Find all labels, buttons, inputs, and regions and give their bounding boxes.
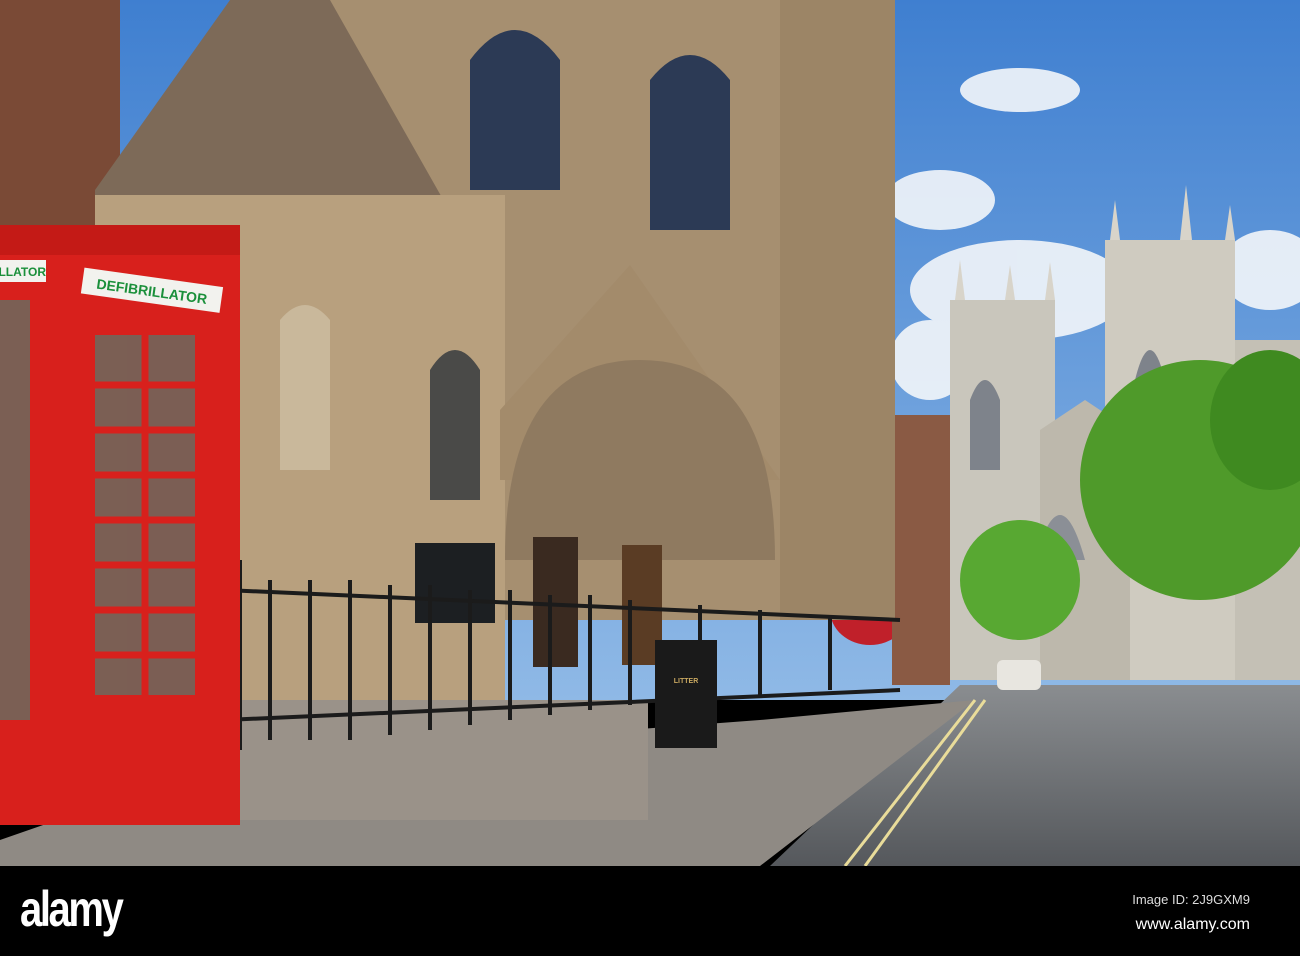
alamy-logo: alamy bbox=[20, 881, 124, 937]
red-phone-box: DEFIBRILLATOR DEFIBRILLATOR bbox=[0, 225, 240, 825]
defibrillator-sign-side: DEFIBRILLATOR bbox=[0, 265, 46, 279]
york-street-scene: LITTER DEFIBRILLATOR DE bbox=[0, 0, 1300, 866]
watermark-bar: alamy Image ID: 2J9GXM9 www.alamy.com bbox=[0, 866, 1300, 956]
parked-car bbox=[997, 660, 1041, 690]
litter-bin: LITTER bbox=[655, 640, 717, 748]
alamy-url: www.alamy.com bbox=[1135, 916, 1250, 933]
image-id: Image ID: 2J9GXM9 bbox=[1132, 892, 1250, 907]
brick-house bbox=[892, 415, 950, 685]
litter-label: LITTER bbox=[674, 678, 699, 685]
stock-photo: LITTER DEFIBRILLATOR DE bbox=[0, 0, 1300, 956]
